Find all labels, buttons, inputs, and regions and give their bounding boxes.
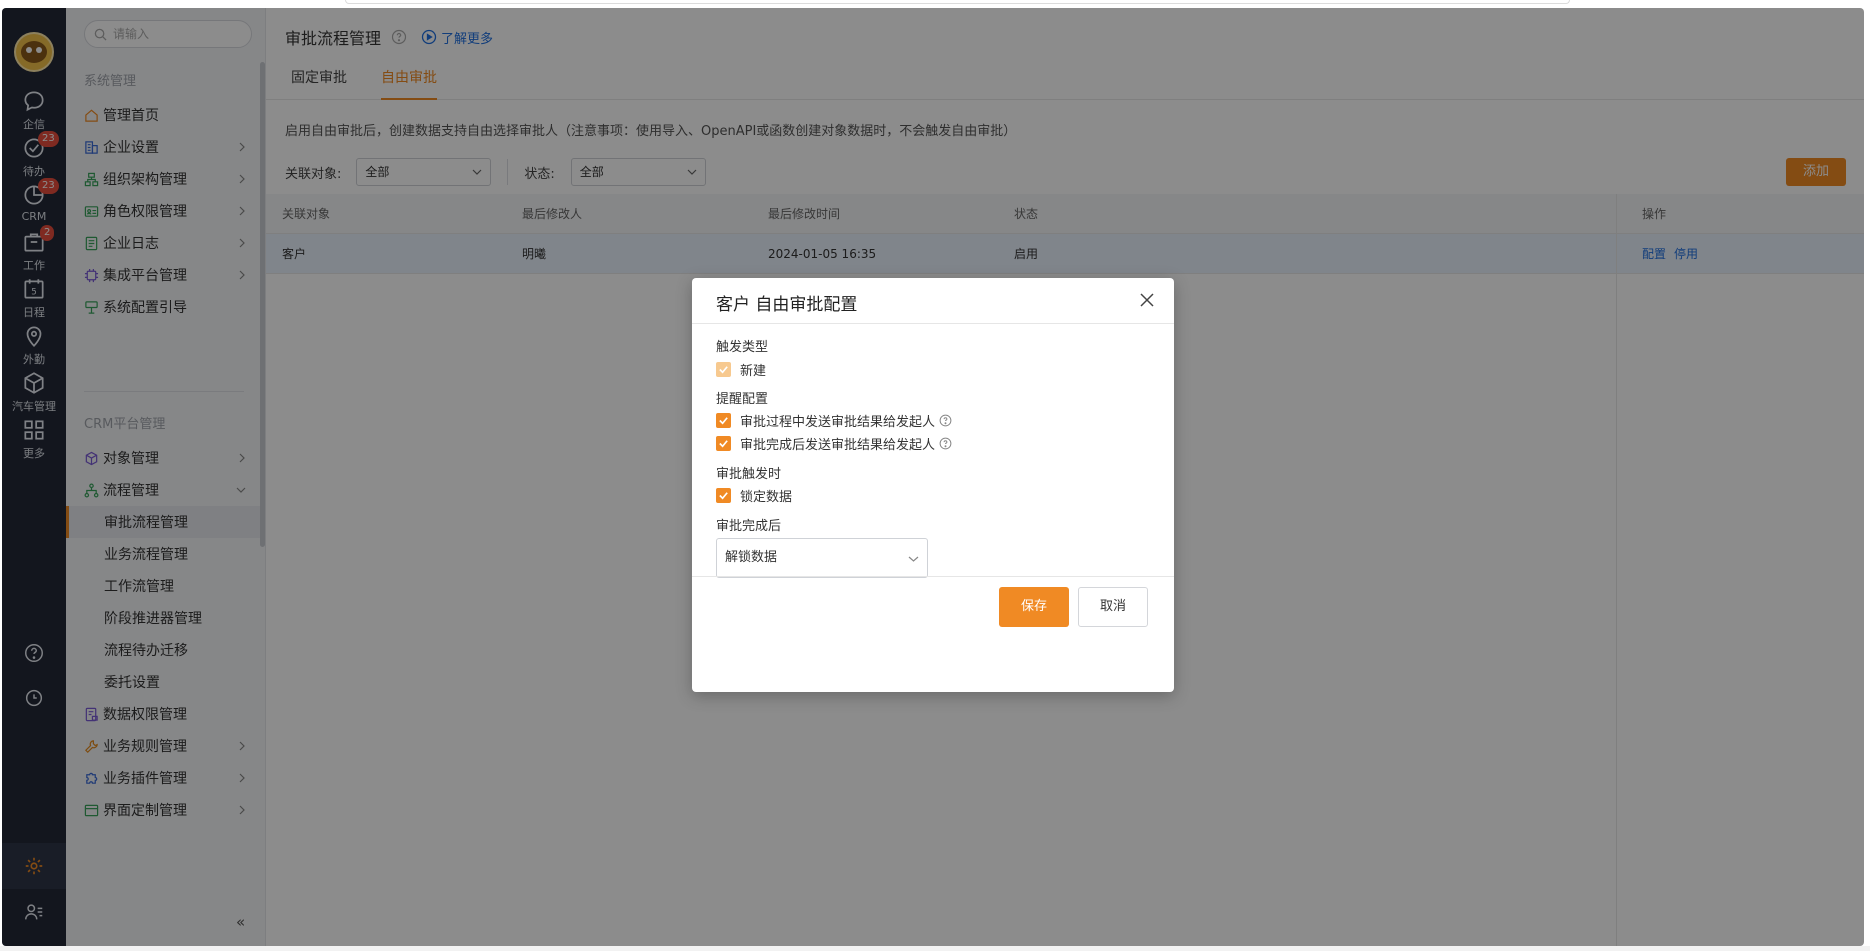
chevron-down-icon bbox=[908, 556, 919, 562]
dialog-footer: 保存 取消 bbox=[692, 576, 1174, 635]
dialog-header: 客户 自由审批配置 bbox=[692, 278, 1174, 324]
lock-data-checkbox[interactable]: 锁定数据 bbox=[716, 486, 792, 505]
top-edge-strip bbox=[345, 0, 1570, 4]
checkbox-checked bbox=[716, 436, 731, 451]
checkbox-label: 新建 bbox=[740, 364, 767, 379]
on-trigger-label: 审批触发时 bbox=[716, 467, 782, 482]
after-complete-label: 审批完成后 bbox=[716, 519, 782, 534]
help-circle-icon[interactable] bbox=[939, 414, 952, 427]
app-window: 企信 23 待办 23 CRM 2 工作 5 日程 外勤 汽车管理 更多 请输入… bbox=[2, 8, 1864, 946]
check-icon bbox=[719, 417, 728, 425]
bottom-edge-strip bbox=[0, 946, 1870, 951]
checkbox-checked bbox=[716, 488, 731, 503]
remind-config-label: 提醒配置 bbox=[716, 392, 769, 407]
after-complete-select[interactable]: 解锁数据 bbox=[716, 538, 928, 578]
checkbox-label: 审批过程中发送审批结果给发起人 bbox=[740, 415, 936, 430]
checkbox-label: 锁定数据 bbox=[740, 490, 793, 505]
check-icon bbox=[719, 492, 728, 500]
select-value: 解锁数据 bbox=[725, 550, 778, 565]
checkbox-checked bbox=[716, 413, 731, 428]
remind-during-checkbox[interactable]: 审批过程中发送审批结果给发起人 bbox=[716, 411, 952, 430]
free-approval-config-dialog: 客户 自由审批配置 触发类型 新建 提醒配置 审批过程中发送审批结果给发起人 审… bbox=[692, 278, 1174, 692]
check-icon bbox=[719, 366, 728, 374]
save-button[interactable]: 保存 bbox=[999, 587, 1069, 627]
trigger-new-checkbox[interactable]: 新建 bbox=[716, 360, 766, 379]
dialog-title: 客户 自由审批配置 bbox=[716, 295, 858, 315]
checkbox-label: 审批完成后发送审批结果给发起人 bbox=[740, 438, 936, 453]
cancel-button[interactable]: 取消 bbox=[1078, 587, 1148, 627]
close-icon[interactable] bbox=[1138, 291, 1156, 309]
trigger-type-label: 触发类型 bbox=[716, 340, 769, 355]
help-circle-icon[interactable] bbox=[939, 437, 952, 450]
checkbox-checked-disabled bbox=[716, 362, 731, 377]
check-icon bbox=[719, 440, 728, 448]
remind-after-checkbox[interactable]: 审批完成后发送审批结果给发起人 bbox=[716, 434, 952, 453]
